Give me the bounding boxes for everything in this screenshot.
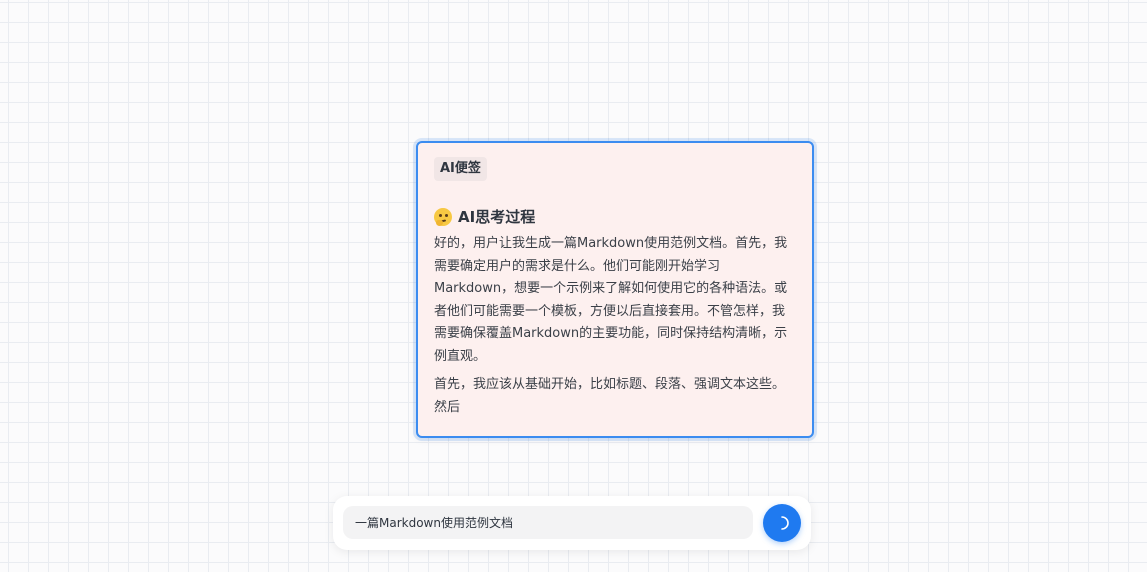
canvas-page: { "note": { "tag": "AI便签", "thinking": {… <box>0 0 1147 572</box>
prompt-input[interactable] <box>343 506 753 539</box>
loading-spinner-icon <box>781 516 789 530</box>
thinking-face-icon <box>434 208 452 226</box>
thinking-title: AI思考过程 <box>458 208 536 226</box>
ai-note-card[interactable]: AI便签 AI思考过程 好的，用户让我生成一篇Markdown使用范例文档。首先… <box>416 141 814 438</box>
thinking-paragraph: 首先，我应该从基础开始，比如标题、段落、强调文本这些。然后 <box>434 377 786 415</box>
send-button[interactable] <box>763 504 801 542</box>
prompt-composer <box>333 496 811 550</box>
thinking-heading: AI思考过程 <box>434 207 796 227</box>
note-tag: AI便签 <box>434 157 487 181</box>
thinking-paragraph: 好的，用户让我生成一篇Markdown使用范例文档。首先，我需要确定用户的需求是… <box>434 236 788 364</box>
